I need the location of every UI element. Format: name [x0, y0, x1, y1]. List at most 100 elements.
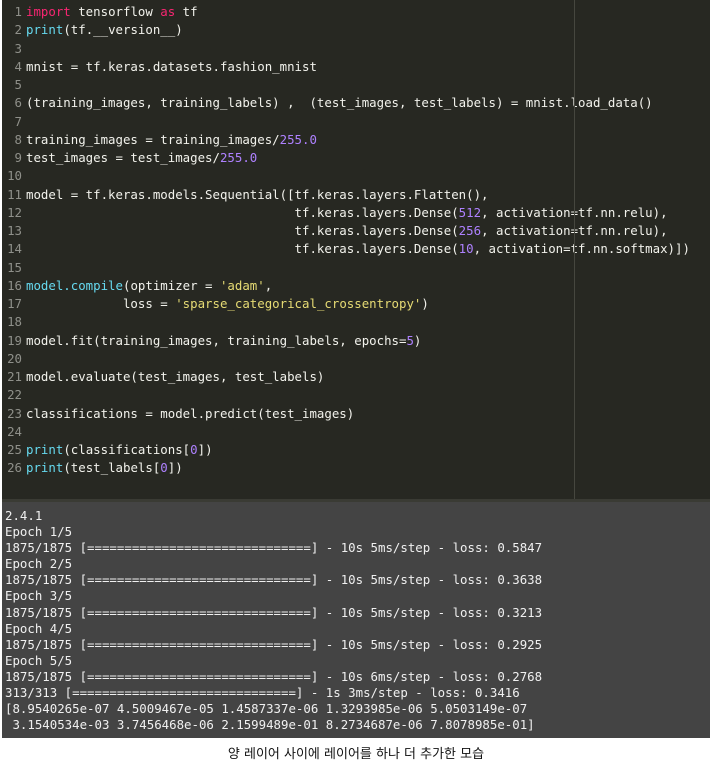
code-token: print	[26, 22, 64, 38]
code-token: as	[160, 4, 176, 19]
line-number: 25	[7, 442, 22, 457]
line-number: 4	[14, 58, 22, 74]
code-line[interactable]: 5	[2, 76, 710, 94]
code-token: 'adam'	[219, 277, 265, 293]
code-line[interactable]: 15	[2, 259, 710, 277]
console-line: 2.4.1	[5, 508, 43, 523]
code-token: tf.keras.layers.Dense(	[26, 241, 459, 257]
line-number: 11	[7, 186, 22, 202]
code-text: training_images = training_images/255.0	[22, 131, 317, 149]
code-line[interactable]: 10	[2, 167, 710, 185]
code-text: tf.keras.layers.Dense(512, activation=tf…	[22, 204, 668, 222]
line-number: 22	[7, 387, 22, 403]
line-number: 5	[14, 77, 22, 92]
code-line[interactable]: 4 mnist = tf.keras.datasets.fashion_mnist	[2, 58, 710, 76]
console-line: 1875/1875 [=============================…	[5, 604, 543, 620]
code-token: test_images = test_images/	[26, 150, 220, 165]
console-line: 1875/1875 [=============================…	[5, 572, 543, 588]
code-token: , activation=tf.nn.softmax)])	[473, 241, 690, 257]
code-line[interactable]: 19 model.fit(training_images, training_la…	[2, 332, 710, 350]
code-token: 'sparse_categorical_crossentropy'	[175, 296, 422, 311]
console-line: 1875/1875 [=============================…	[5, 668, 543, 684]
code-token: 0	[190, 442, 198, 457]
code-token: ])	[167, 460, 183, 476]
code-line[interactable]: 13 tf.keras.layers.Dense(256, activation…	[2, 222, 710, 240]
console-lines: 2.4.1 Epoch 1/5 1875/1875 [===============…	[2, 502, 710, 733]
line-number: 24	[7, 423, 22, 439]
code-lines: 1 import tensorflow as tf 2 print(tf.__vers…	[2, 0, 710, 478]
code-token: 512	[458, 204, 482, 220]
editor-ruler-line	[574, 0, 575, 502]
code-line[interactable]: 1 import tensorflow as tf	[2, 3, 710, 21]
code-token: training_images = training_images/	[26, 131, 280, 147]
code-token: )	[421, 296, 429, 311]
code-line[interactable]: 21 model.evaluate(test_images, test_label…	[2, 368, 710, 386]
code-token: print	[26, 460, 64, 476]
code-line[interactable]: 14 tf.keras.layers.Dense(10, activation=…	[2, 240, 710, 258]
code-line[interactable]: 18	[2, 313, 710, 331]
console-line: [8.9540265e-07 4.5009467e-05 1.4587337e-…	[5, 701, 528, 717]
code-line[interactable]: 16 model.compile(optimizer = 'adam',	[2, 277, 710, 295]
code-token: model.fit(training_images, training_labe…	[26, 332, 407, 348]
code-editor[interactable]: 1 import tensorflow as tf 2 print(tf.__vers…	[2, 0, 710, 502]
code-line[interactable]: 20	[2, 350, 710, 368]
console-line: Epoch 5/5	[5, 652, 73, 668]
console-line: Epoch 3/5	[5, 588, 73, 604]
line-number: 23	[7, 405, 22, 421]
code-text: print(tf.__version__)	[22, 21, 183, 39]
line-number: 18	[7, 314, 22, 330]
console-line: 1875/1875 [=============================…	[5, 636, 543, 652]
line-number: 17	[7, 296, 22, 311]
code-token: (tf.__version__)	[63, 22, 183, 38]
code-token: tensorflow	[70, 4, 161, 19]
line-number: 3	[14, 40, 22, 56]
code-text: model.evaluate(test_images, test_labels)	[22, 368, 324, 386]
code-line[interactable]: 26 print(test_labels[0])	[2, 459, 710, 477]
code-line[interactable]: 11 model = tf.keras.models.Sequential([tf…	[2, 186, 710, 204]
code-token: )	[413, 332, 422, 348]
line-number: 14	[7, 241, 22, 257]
code-token: 0	[160, 460, 168, 476]
code-line[interactable]: 22	[2, 386, 710, 404]
line-number: 15	[7, 259, 22, 275]
figure-caption: 양 레이어 사이에 레이어를 하나 더 추가한 모습	[227, 747, 485, 762]
code-text: loss = 'sparse_categorical_crossentropy'…	[22, 295, 429, 313]
console-line: Epoch 4/5	[5, 620, 73, 636]
code-token: (test_labels[	[63, 460, 161, 476]
code-line[interactable]: 23 classifications = model.predict(test_i…	[2, 405, 710, 423]
code-token: 256	[458, 223, 482, 238]
console-line: 3.1540534e-03 3.7456468e-06 2.1599489e-0…	[5, 717, 535, 733]
code-line[interactable]: 25 print(classifications[0])	[2, 441, 710, 459]
code-line[interactable]: 7	[2, 113, 710, 131]
code-line[interactable]: 6 (training_images, training_labels) , (t…	[2, 94, 710, 112]
code-token: loss =	[26, 296, 176, 311]
code-line[interactable]: 2 print(tf.__version__)	[2, 21, 710, 39]
line-number: 21	[7, 369, 22, 384]
console-line: Epoch 1/5	[5, 524, 73, 540]
code-text: (training_images, training_labels) , (te…	[22, 94, 653, 112]
line-number: 20	[7, 350, 22, 366]
code-line[interactable]: 24	[2, 423, 710, 441]
code-token: print	[26, 442, 64, 457]
output-console[interactable]: 2.4.1 Epoch 1/5 1875/1875 [===============…	[2, 502, 710, 738]
code-text: model.fit(training_images, training_labe…	[22, 332, 421, 350]
line-number: 10	[7, 168, 22, 184]
code-token: import	[26, 4, 71, 19]
code-text: tf.keras.layers.Dense(10, activation=tf.…	[22, 240, 690, 258]
code-line[interactable]: 17 loss = 'sparse_categorical_crossentro…	[2, 295, 710, 313]
code-line[interactable]: 8 training_images = training_images/255.0	[2, 131, 710, 149]
code-token: ])	[197, 442, 213, 457]
code-line[interactable]: 9 test_images = test_images/255.0	[2, 149, 710, 167]
line-number: 6	[14, 95, 22, 111]
code-line[interactable]: 12 tf.keras.layers.Dense(512, activation…	[2, 204, 710, 222]
line-number: 7	[14, 113, 22, 129]
code-line[interactable]: 3	[2, 40, 710, 58]
line-number: 9	[14, 150, 22, 165]
